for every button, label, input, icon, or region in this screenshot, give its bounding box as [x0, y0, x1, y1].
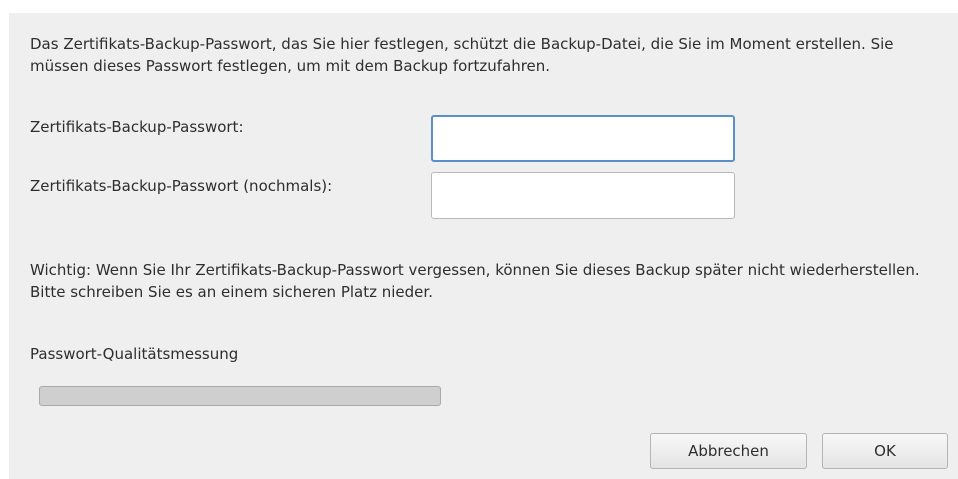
warning-text: Wichtig: Wenn Sie Ihr Zertifikats-Backup…: [30, 261, 920, 301]
password-field[interactable]: [431, 115, 735, 162]
intro-text: Das Zertifikats-Backup-Passwort, das Sie…: [30, 35, 894, 75]
password-quality-meter: [39, 386, 441, 406]
confirm-password-field[interactable]: [431, 172, 735, 219]
cancel-button[interactable]: Abbrechen: [650, 433, 807, 469]
confirm-password-label: Zertifikats-Backup-Passwort (nochmals):: [30, 177, 333, 195]
password-label: Zertifikats-Backup-Passwort:: [30, 118, 244, 136]
ok-button[interactable]: OK: [822, 433, 948, 469]
password-quality-label: Passwort-Qualitätsmessung: [30, 345, 239, 363]
certificate-backup-password-dialog: Das Zertifikats-Backup-Passwort, das Sie…: [9, 13, 958, 479]
